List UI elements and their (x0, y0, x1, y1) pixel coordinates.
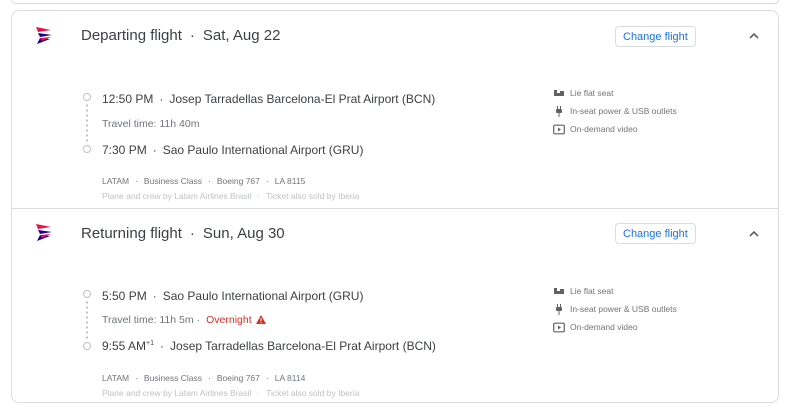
departure-row: 5:50 PM · Sao Paulo International Airport … (102, 289, 364, 303)
amenity-label: In-seat power & USB outlets (570, 106, 677, 116)
power-plug-icon (556, 106, 562, 117)
departure-airport: Sao Paulo International Airport (GRU) (162, 289, 364, 303)
seat-icon (554, 288, 564, 294)
arrival-time: 7:30 PM (102, 143, 147, 157)
operator-row: Plane and crew by Latam Airlines Brasil ·… (102, 191, 360, 201)
aircraft-type: Boeing 767 (216, 176, 260, 186)
video-icon (553, 124, 565, 135)
itinerary-timeline (83, 276, 93, 350)
change-flight-button[interactable]: Change flight (615, 223, 696, 244)
sold-by: Ticket also sold by Iberia (266, 388, 360, 398)
day-offset: +1 (146, 340, 155, 347)
latam-logo (36, 224, 52, 241)
airline-name: LATAM (102, 176, 130, 186)
departure-time: 12:50 PM (102, 92, 154, 106)
arrival-marker (83, 342, 91, 350)
amenity-label: On-demand video (570, 124, 638, 134)
section-title: Departing flight · Sat, Aug 22 (81, 27, 280, 44)
flight-direction-label: Departing flight (81, 27, 182, 44)
cabin-class: Business Class (143, 373, 203, 383)
arrival-row: 7:30 PM · Sao Paulo International Airport … (102, 143, 364, 157)
arrival-airport: Sao Paulo International Airport (GRU) (162, 143, 364, 157)
returning-flight-section: Returning flight · Sun, Aug 30 Change flig… (12, 208, 778, 402)
airline-name: LATAM (102, 373, 130, 383)
arrival-marker (83, 145, 91, 153)
chevron-up-icon[interactable] (747, 229, 761, 239)
departing-flight-section: Departing flight · Sat, Aug 22 Change flig… (12, 11, 778, 207)
previous-card-edge (11, 0, 779, 4)
amenity-label: Lie flat seat (570, 286, 614, 296)
flight-date: Sun, Aug 30 (202, 225, 285, 242)
flight-info-row: LATAM · Business Class · Boeing 767 · LA 8114 (102, 373, 306, 383)
flight-info-row: LATAM · Business Class · Boeing 767 · LA 8115 (102, 176, 306, 186)
amenity-label: On-demand video (570, 322, 638, 332)
latam-logo (36, 27, 52, 44)
seat-icon (554, 90, 564, 96)
sold-by: Ticket also sold by Iberia (266, 191, 360, 201)
section-title: Returning flight · Sun, Aug 30 (81, 225, 285, 242)
overnight-label: Overnight (206, 314, 252, 326)
operated-by: Plane and crew by Latam Airlines Brasil (102, 191, 252, 201)
warning-icon (255, 315, 266, 324)
itinerary-timeline (83, 81, 93, 153)
title-separator: · (189, 225, 195, 242)
timeline-dots (86, 300, 88, 340)
flight-number: LA 8115 (274, 176, 306, 186)
amenity-label: In-seat power & USB outlets (570, 304, 677, 314)
flight-date: Sat, Aug 22 (202, 27, 281, 44)
flight-direction-label: Returning flight (81, 225, 182, 242)
arrival-row: 9:55 AM+1 · Josep Tarradellas Barcelona-El… (102, 339, 436, 353)
operator-row: Plane and crew by Latam Airlines Brasil ·… (102, 388, 360, 398)
travel-time-row: Travel time: 11h 5m · Overnight (102, 314, 266, 326)
departure-airport: Josep Tarradellas Barcelona-El Prat Airp… (169, 92, 436, 106)
operated-by: Plane and crew by Latam Airlines Brasil (102, 388, 252, 398)
title-separator: · (189, 27, 195, 44)
video-icon (553, 322, 565, 333)
timeline-dots (86, 103, 88, 143)
power-plug-icon (556, 304, 562, 315)
chevron-up-icon[interactable] (747, 31, 761, 41)
flight-details-card: Departing flight · Sat, Aug 22 Change flig… (11, 10, 779, 403)
departure-marker (83, 290, 91, 298)
departure-row: 12:50 PM · Josep Tarradellas Barcelona-El … (102, 92, 436, 106)
departure-time: 5:50 PM (102, 289, 147, 303)
change-flight-button[interactable]: Change flight (615, 26, 696, 47)
amenity-label: Lie flat seat (570, 88, 614, 98)
aircraft-type: Boeing 767 (216, 373, 260, 383)
departure-marker (83, 93, 91, 101)
travel-time: Travel time: 11h 5m (102, 314, 194, 326)
cabin-class: Business Class (143, 176, 203, 186)
travel-time: Travel time: 11h 40m (102, 118, 200, 130)
arrival-airport: Josep Tarradellas Barcelona-El Prat Airp… (170, 339, 436, 353)
flight-number: LA 8114 (274, 373, 306, 383)
arrival-time: 9:55 AM+1 (102, 339, 155, 353)
